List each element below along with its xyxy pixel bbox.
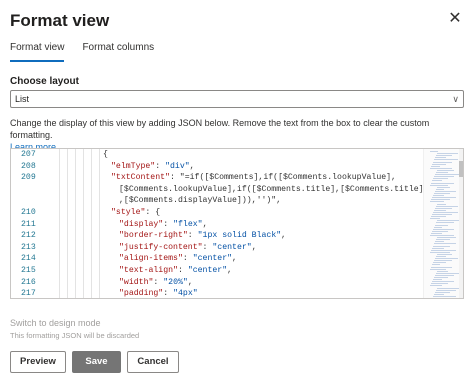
code-line: [$Comments.lookupValue],if([$Comments.ti… bbox=[119, 184, 424, 194]
code-line: ,[$Comments.displayValue])),'')", bbox=[119, 196, 282, 206]
code-line: "elmType": "div", bbox=[111, 161, 195, 171]
line-number: 209 bbox=[21, 173, 36, 183]
indent-guides bbox=[51, 149, 111, 298]
code-line: "justify-content": "center", bbox=[119, 242, 257, 252]
save-button[interactable]: Save bbox=[72, 351, 121, 373]
tab-format-columns[interactable]: Format columns bbox=[82, 40, 154, 62]
chevron-down-icon: ∨ bbox=[452, 94, 459, 104]
line-number: 214 bbox=[21, 254, 36, 264]
code-line: "txtContent": "=if([$Comments],if([$Comm… bbox=[111, 173, 396, 183]
line-number: 213 bbox=[21, 242, 36, 252]
format-view-panel: Format view ✕ Format view Format columns… bbox=[0, 0, 474, 376]
choose-layout-label: Choose layout bbox=[10, 76, 79, 87]
line-number: 215 bbox=[21, 266, 36, 275]
layout-dropdown[interactable]: List ∨ bbox=[10, 90, 464, 108]
code-line: "text-align": "center", bbox=[119, 266, 233, 275]
json-editor[interactable]: 207 208 209 210 211 212 213 214 215 216 217 {"elmT… bbox=[10, 148, 464, 299]
code-line: "width": "20%", bbox=[119, 277, 193, 287]
layout-dropdown-value: List bbox=[15, 94, 30, 104]
cancel-button[interactable]: Cancel bbox=[127, 351, 179, 373]
line-number: 208 bbox=[21, 161, 36, 171]
code-line: "padding": "4px" bbox=[119, 289, 198, 299]
line-number-gutter: 207 208 209 210 211 212 213 214 215 216 217 bbox=[11, 149, 47, 298]
line-number: 216 bbox=[21, 277, 36, 287]
panel-title: Format view bbox=[10, 11, 110, 30]
line-number: 217 bbox=[21, 289, 36, 299]
switch-to-design-mode-link[interactable]: Switch to design mode bbox=[10, 318, 101, 328]
description-body: Change the display of this view by addin… bbox=[10, 118, 430, 140]
code-line: "display": "flex", bbox=[119, 219, 208, 229]
preview-button[interactable]: Preview bbox=[10, 351, 66, 373]
code-line: { bbox=[103, 150, 108, 159]
close-icon[interactable]: ✕ bbox=[446, 10, 464, 28]
editor-scrollbar-thumb[interactable] bbox=[459, 161, 463, 177]
line-number: 211 bbox=[21, 219, 36, 229]
code-line: "border-right": "1px solid Black", bbox=[119, 231, 287, 241]
line-number: 212 bbox=[21, 231, 36, 241]
tab-format-view[interactable]: Format view bbox=[10, 40, 65, 62]
code-line: "align-items": "center", bbox=[119, 254, 237, 264]
tab-list: Format view Format columns bbox=[10, 40, 154, 66]
line-number: 207 bbox=[21, 150, 36, 159]
code-minimap[interactable] bbox=[423, 149, 462, 298]
discard-warning: This formatting JSON will be discarded bbox=[10, 331, 140, 340]
code-line: "style": { bbox=[111, 208, 161, 217]
line-number: 210 bbox=[21, 208, 36, 217]
